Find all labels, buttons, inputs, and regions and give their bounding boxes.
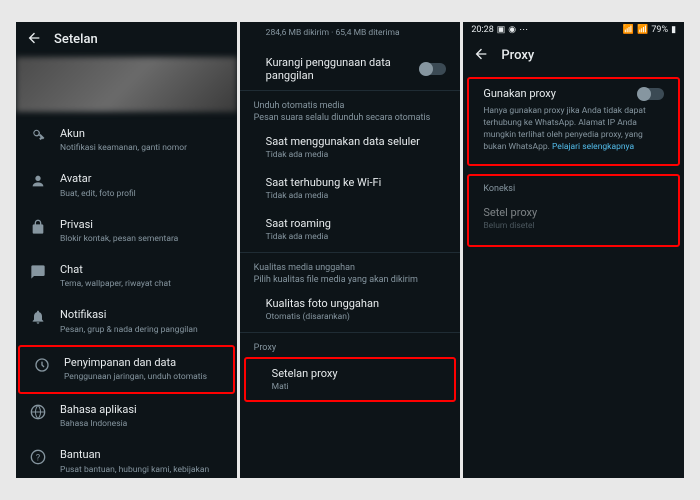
item-subtitle: Otomatis (disarankan): [266, 312, 447, 322]
use-proxy-description: Hanya gunakan proxy jika Anda tidak dapa…: [469, 106, 678, 164]
lock-icon: [30, 219, 46, 235]
item-title: Bantuan: [60, 448, 223, 462]
item-subtitle: Tidak ada media: [266, 191, 447, 201]
auto-wifi[interactable]: Saat terhubung ke Wi-Fi Tidak ada media: [240, 168, 461, 209]
header: Setelan: [16, 22, 237, 57]
item-title: Privasi: [60, 218, 223, 232]
item-title: Chat: [60, 263, 223, 277]
back-arrow-icon[interactable]: [26, 30, 42, 49]
item-subtitle: Mati: [272, 382, 441, 392]
item-title: Penyimpanan dan data: [64, 356, 219, 370]
section-quality: Kualitas media unggahan Pilih kualitas f…: [240, 255, 461, 289]
learn-more-link[interactable]: Pelajari selengkapnya: [552, 142, 634, 152]
auto-roaming[interactable]: Saat roaming Tidak ada media: [240, 209, 461, 250]
item-subtitle: Pusat bantuan, hubungi kami, kebijakan: [60, 465, 223, 476]
item-subtitle: Bahasa Indonesia: [60, 419, 223, 430]
item-subtitle: Buat, edit, foto profil: [60, 189, 223, 200]
header-title: Setelan: [54, 32, 98, 47]
divider: [240, 332, 461, 333]
section-auto-download: Unduh otomatis media Pesan suara selalu …: [240, 93, 461, 127]
item-subtitle: Penggunaan jaringan, unduh otomatis: [64, 372, 219, 383]
data-icon: [34, 357, 50, 373]
camera-icon: ▣: [497, 25, 506, 35]
item-title: Setelan proxy: [272, 367, 441, 380]
item-title: Saat menggunakan data seluler: [266, 135, 447, 148]
item-title: Akun: [60, 127, 223, 141]
item-subtitle: Tidak ada media: [266, 150, 447, 160]
proxy-settings-item[interactable]: Setelan proxy Mati: [244, 357, 457, 402]
proxy-header: Proxy: [463, 38, 684, 73]
item-title: Avatar: [60, 172, 223, 186]
settings-item-storage[interactable]: Penyimpanan dan data Penggunaan jaringan…: [18, 345, 235, 394]
set-proxy-subtitle: Belum disetel: [483, 221, 664, 231]
quality-photo[interactable]: Kualitas foto unggahan Otomatis (disaran…: [240, 289, 461, 330]
use-proxy-row[interactable]: Gunakan proxy: [469, 79, 678, 106]
profile-banner[interactable]: [16, 57, 237, 112]
settings-item-help[interactable]: ? Bantuan Pusat bantuan, hubungi kami, k…: [16, 439, 237, 478]
reduce-data-row[interactable]: Kurangi penggunaan data panggilan: [240, 48, 461, 88]
storage-panel: 284,6 MB dikirim · 65,4 MB diterima Kura…: [240, 22, 461, 478]
use-proxy-toggle[interactable]: [638, 88, 664, 100]
data-usage-text: 284,6 MB dikirim · 65,4 MB diterima: [240, 22, 461, 48]
section-connection: Koneksi: [469, 176, 678, 198]
reduce-data-toggle[interactable]: [420, 63, 446, 75]
wifi-icon: 📶: [637, 25, 648, 35]
settings-item-avatar[interactable]: Avatar Buat, edit, foto profil: [16, 163, 237, 208]
item-subtitle: Blokir kontak, pesan sementara: [60, 234, 223, 245]
settings-item-language[interactable]: Bahasa aplikasi Bahasa Indonesia: [16, 394, 237, 439]
status-time: 20:28: [471, 25, 493, 35]
settings-item-notifications[interactable]: Notifikasi Pesan, grup & nada dering pan…: [16, 299, 237, 344]
use-proxy-label: Gunakan proxy: [483, 87, 556, 100]
status-bar: 20:28 ▣ ◉ ⋯ 📶 📶 79% ▮: [463, 22, 684, 38]
settings-panel: Setelan Akun Notifikasi keamanan, ganti …: [16, 22, 237, 478]
signal-icon: 📶: [623, 25, 634, 35]
item-subtitle: Tema, wallpaper, riwayat chat: [60, 279, 223, 290]
section-proxy: Proxy: [240, 335, 461, 357]
battery-text: 79%: [651, 25, 668, 35]
notification-icon: ⋯: [519, 25, 528, 35]
item-title: Notifikasi: [60, 308, 223, 322]
item-subtitle: Notifikasi keamanan, ganti nomor: [60, 143, 223, 154]
svg-text:?: ?: [36, 453, 41, 464]
auto-cellular[interactable]: Saat menggunakan data seluler Tidak ada …: [240, 127, 461, 168]
settings-item-account[interactable]: Akun Notifikasi keamanan, ganti nomor: [16, 118, 237, 163]
use-proxy-block: Gunakan proxy Hanya gunakan proxy jika A…: [467, 77, 680, 166]
item-title: Saat roaming: [266, 217, 447, 230]
settings-item-chat[interactable]: Chat Tema, wallpaper, riwayat chat: [16, 254, 237, 299]
bell-icon: [30, 309, 46, 325]
proxy-panel: 20:28 ▣ ◉ ⋯ 📶 📶 79% ▮ Proxy Gunakan prox…: [463, 22, 684, 478]
globe-icon: [30, 404, 46, 420]
set-proxy-item[interactable]: Setel proxy Belum disetel: [469, 198, 678, 239]
item-title: Saat terhubung ke Wi-Fi: [266, 176, 447, 189]
divider: [240, 90, 461, 91]
item-title: Kualitas foto unggahan: [266, 297, 447, 310]
divider: [240, 252, 461, 253]
settings-item-privacy[interactable]: Privasi Blokir kontak, pesan sementara: [16, 209, 237, 254]
connection-block: Koneksi Setel proxy Belum disetel: [467, 174, 680, 247]
key-icon: [30, 128, 46, 144]
back-arrow-icon[interactable]: [473, 46, 489, 65]
item-subtitle: Pesan, grup & nada dering panggilan: [60, 325, 223, 336]
whatsapp-icon: ◉: [508, 25, 516, 35]
chat-icon: [30, 264, 46, 280]
help-icon: ?: [30, 449, 46, 465]
reduce-data-label: Kurangi penggunaan data panggilan: [266, 56, 406, 82]
battery-icon: ▮: [671, 25, 676, 35]
item-title: Bahasa aplikasi: [60, 403, 223, 417]
avatar-icon: [30, 173, 46, 189]
item-subtitle: Tidak ada media: [266, 232, 447, 242]
set-proxy-title: Setel proxy: [483, 206, 664, 219]
proxy-title: Proxy: [501, 48, 534, 63]
